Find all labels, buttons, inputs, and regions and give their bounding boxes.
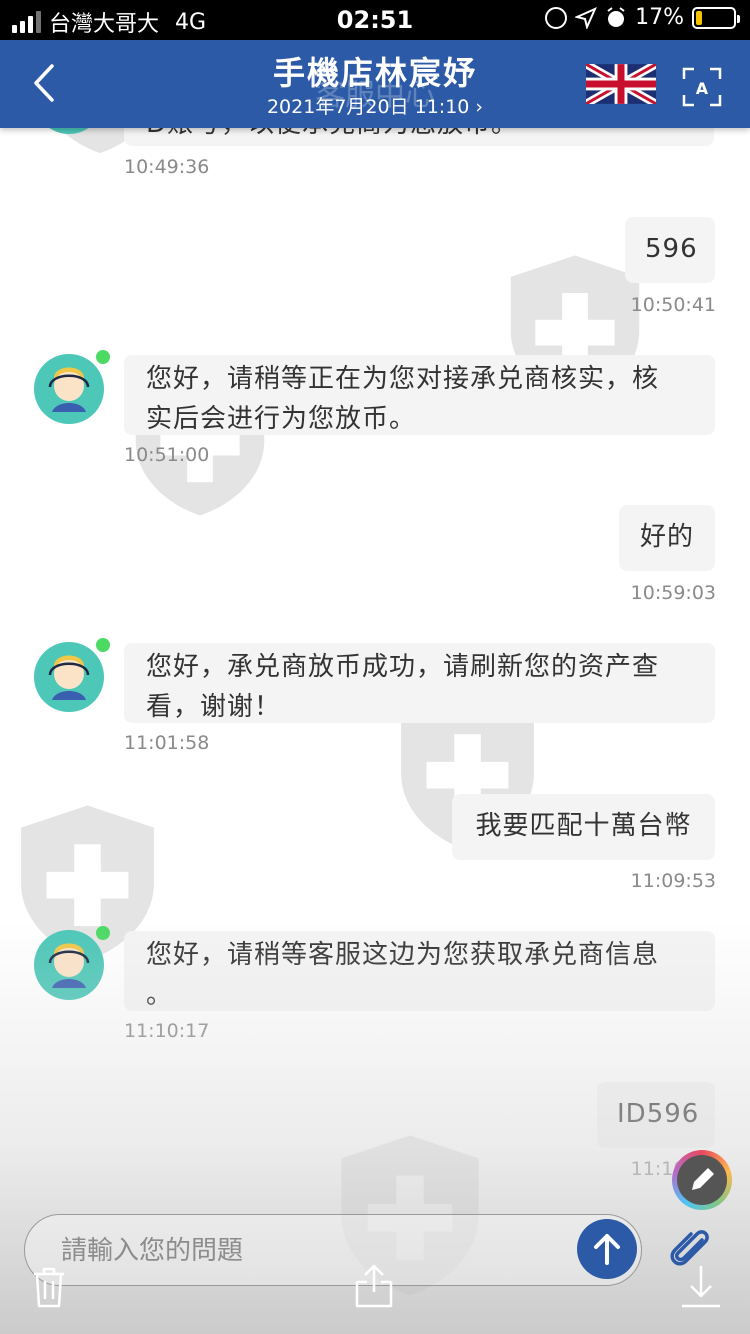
status-bar: 台灣大哥大 4G 02:51 17%: [0, 0, 750, 40]
message-input-container[interactable]: [24, 1214, 642, 1286]
download-icon[interactable]: [676, 1262, 726, 1312]
agent-avatar-icon: [34, 128, 104, 134]
message-text: 我要匹配十萬台幣: [475, 811, 692, 841]
chat-header: 手機店林宸妤 客服中心 2021年7月20日 11:10 › A: [0, 40, 750, 128]
edit-button-inner: [677, 1155, 727, 1205]
message-bubble-user: ID596: [597, 1082, 715, 1148]
send-button[interactable]: [577, 1219, 637, 1279]
message-bubble-agent: D账号，以便承兑商为您放币。: [124, 128, 714, 146]
message-bubble-agent: 您好，承兑商放币成功，请刷新您的资产查 看，谢谢！: [124, 643, 715, 723]
edit-button[interactable]: [672, 1150, 732, 1210]
online-indicator: [96, 926, 110, 940]
agent-face-icon: [48, 655, 90, 700]
location-icon: [575, 6, 598, 29]
message-input[interactable]: [61, 1229, 541, 1273]
message-line: 您好，请稍等正在为您对接承兑商核实，核: [146, 364, 660, 394]
battery-level: [696, 10, 702, 25]
rotation-lock-icon: [545, 6, 568, 29]
alarm-icon: [607, 6, 625, 27]
agent-avatar-icon: [34, 350, 110, 424]
message-line: 看，谢谢！: [146, 692, 282, 722]
message-time: 11:01:58: [124, 732, 210, 754]
agent-face-icon: [48, 367, 90, 412]
message-text: 好的: [639, 522, 694, 552]
message-line: 。: [146, 980, 174, 1010]
message-time: 10:51:00: [124, 444, 210, 466]
message-text: 596: [645, 234, 698, 264]
chat-area[interactable]: D账号，以便承兑商为您放币。 10:49:36 596 10:50:41 您好，…: [0, 128, 750, 1334]
message-time: 11:09:53: [630, 870, 716, 892]
message-bubble-agent: 您好，请稍等正在为您对接承兑商核实，核 实后会进行为您放币。: [124, 355, 715, 435]
share-icon[interactable]: [349, 1262, 399, 1312]
translate-scan-icon[interactable]: A: [682, 67, 722, 107]
online-indicator: [96, 638, 110, 652]
trash-icon[interactable]: [24, 1262, 74, 1312]
battery-percent: 17%: [635, 5, 684, 30]
agent-avatar-icon: [34, 926, 110, 1000]
message-bubble-user: 596: [625, 217, 715, 283]
message-bubble-agent: 您好，请稍等客服这边为您获取承兑商信息 。: [124, 931, 715, 1011]
online-indicator: [96, 350, 110, 364]
svg-text:A: A: [696, 79, 709, 98]
message-time: 10:49:36: [124, 156, 210, 178]
agent-avatar-icon: [34, 638, 110, 712]
message-text: D账号，以便承兑商为您放币。: [146, 128, 692, 144]
edit-pencil-icon: [692, 1168, 714, 1190]
send-arrow-icon: [594, 1234, 620, 1265]
message-time: 10:59:03: [630, 582, 716, 604]
message-bubble-user: 我要匹配十萬台幣: [452, 794, 715, 860]
message-text: ID596: [617, 1099, 700, 1129]
message-line: 实后会进行为您放币。: [146, 404, 417, 434]
message-line: 您好，请稍等客服这边为您获取承兑商信息: [146, 940, 660, 970]
message-time: 10:50:41: [630, 294, 716, 316]
battery-icon: [692, 6, 740, 29]
message-bubble-user: 好的: [619, 505, 715, 571]
agent-face-icon: [48, 943, 90, 988]
uk-flag-icon[interactable]: [586, 64, 656, 104]
status-icons: 17%: [545, 5, 740, 30]
message-time: 11:10:17: [124, 1020, 210, 1042]
message-line: 您好，承兑商放币成功，请刷新您的资产查: [146, 652, 660, 682]
